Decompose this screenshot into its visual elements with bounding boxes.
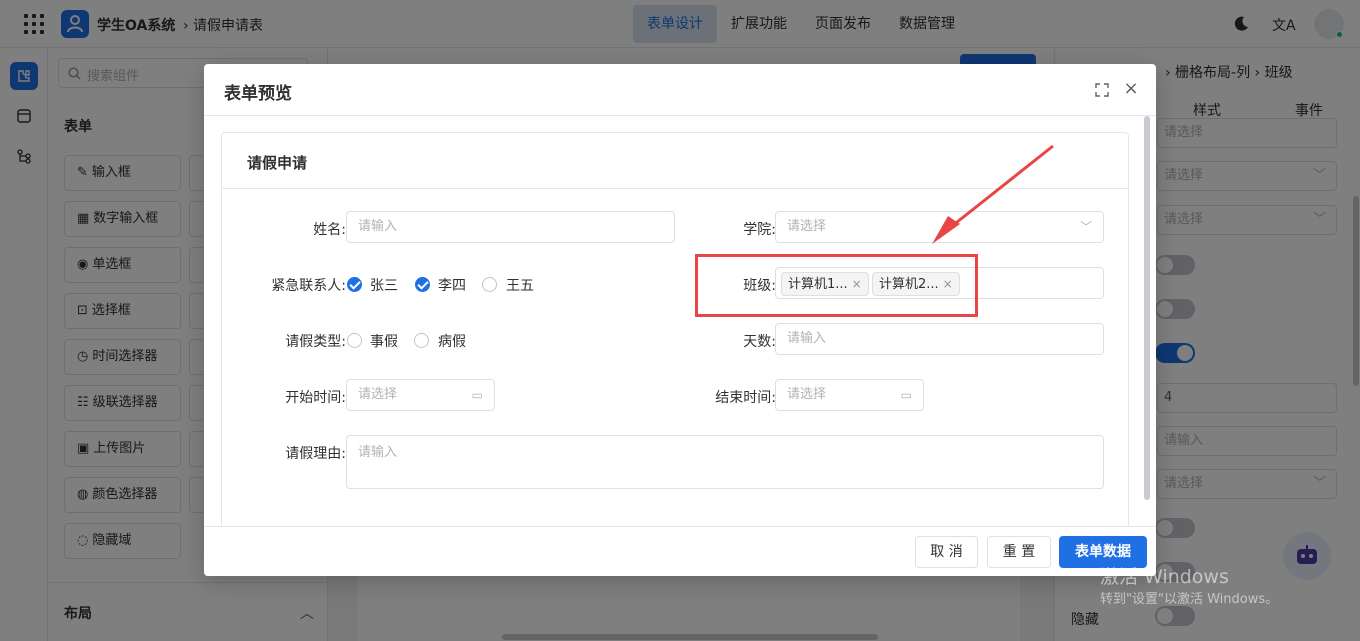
start-date-picker[interactable]: 请选择 ▭ (346, 379, 495, 411)
calendar-icon: ▭ (900, 388, 912, 402)
name-input[interactable]: 请输入 (346, 211, 675, 243)
end-time-label: 结束时间: (715, 390, 776, 406)
activation-watermark: 激活 Windows (1100, 566, 1229, 588)
checkbox-label: 王五 (506, 278, 534, 294)
name-label: 姓名: (313, 222, 346, 238)
days-label: 天数: (743, 334, 776, 350)
fullscreen-icon[interactable] (1094, 82, 1110, 98)
radio-personal-leave[interactable] (347, 333, 362, 348)
radio-label: 事假 (370, 334, 398, 350)
reset-button[interactable]: 重 置 (987, 536, 1051, 568)
close-icon[interactable]: × (1122, 80, 1140, 98)
checkbox-label: 张三 (370, 278, 398, 294)
reason-label: 请假理由: (285, 446, 346, 462)
annotation-arrow-icon (932, 144, 1054, 244)
end-date-placeholder: 请选择 (787, 387, 827, 402)
college-label: 学院: (743, 222, 776, 238)
checkbox-wangwu[interactable] (482, 277, 497, 292)
end-date-picker[interactable]: 请选择 ▭ (775, 379, 924, 411)
modal-header: 表单预览 × (204, 64, 1156, 116)
checkbox-zhangsan[interactable] (347, 277, 362, 292)
contact-label: 紧急联系人: (271, 278, 346, 294)
radio-label: 病假 (438, 334, 466, 350)
chevron-down-icon: ﹀ (1079, 220, 1092, 234)
college-select-placeholder: 请选择 (787, 219, 827, 234)
calendar-icon: ▭ (471, 388, 483, 402)
reason-textarea[interactable]: 请输入 (346, 435, 1104, 489)
radio-sick-leave[interactable] (414, 333, 429, 348)
modal-footer: 取 消 重 置 表单数据 (204, 526, 1156, 576)
days-input[interactable]: 请输入 (775, 323, 1104, 355)
cancel-button[interactable]: 取 消 (915, 536, 978, 568)
card-title: 请假申请 (247, 154, 308, 172)
modal-title: 表单预览 (224, 84, 292, 104)
start-date-placeholder: 请选择 (358, 387, 398, 402)
start-time-label: 开始时间: (285, 390, 346, 406)
modal-scrollbar[interactable] (1144, 116, 1150, 500)
checkbox-lisi[interactable] (415, 277, 430, 292)
checkbox-label: 李四 (438, 278, 466, 294)
annotation-highlight-box (695, 254, 978, 317)
activation-watermark-sub: 转到"设置"以激活 Windows。 (1100, 592, 1279, 607)
leave-type-label: 请假类型: (285, 334, 346, 350)
